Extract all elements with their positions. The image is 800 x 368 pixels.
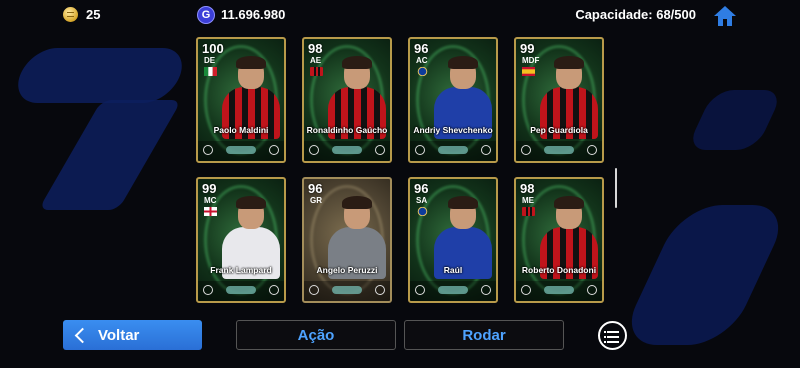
gp-balance: 11.696.980 (221, 7, 286, 22)
player-card[interactable]: 98 ME Roberto Donadoni (514, 177, 604, 303)
player-card[interactable]: 96 SA Raúl (408, 177, 498, 303)
player-rating: 98 (308, 41, 323, 56)
player-position: GR (310, 196, 322, 205)
card-footer (516, 141, 602, 161)
skill-pill (226, 146, 256, 154)
efootball-logo-icon (269, 285, 279, 295)
badge-icon (309, 145, 319, 155)
skill-pill (332, 146, 362, 154)
capacity-label: Capacidade: 68/500 (575, 7, 696, 22)
efootball-logo-icon (481, 285, 491, 295)
rotate-button[interactable]: Rodar (404, 320, 564, 350)
player-position: ME (522, 196, 534, 205)
back-button-label: Voltar (98, 326, 140, 344)
player-name: Andriy Shevchenko (413, 125, 493, 135)
background-shape (617, 205, 793, 345)
player-rating: 100 (202, 41, 224, 56)
card-footer (304, 141, 390, 161)
player-card[interactable]: 100 DE Paolo Maldini (196, 37, 286, 163)
home-icon[interactable] (713, 5, 737, 27)
efootball-logo-icon (375, 285, 385, 295)
background-shape (38, 100, 182, 210)
player-card[interactable]: 96 AC Andriy Shevchenko (408, 37, 498, 163)
player-name: Paolo Maldini (213, 125, 269, 135)
player-name: Roberto Donadoni (521, 265, 597, 275)
top-bar: 25 G 11.696.980 Capacidade: 68/500 (0, 0, 800, 30)
player-position: MDF (522, 56, 540, 65)
flag-icon (417, 207, 428, 216)
player-rating: 96 (308, 181, 323, 196)
card-footer (516, 281, 602, 301)
list-menu-icon[interactable] (598, 321, 627, 350)
background-shape (686, 90, 784, 150)
player-position: SA (416, 196, 428, 205)
player-card-grid: 100 DE Paolo Maldini 98 AE Ronaldinho Gaúcho 9… (196, 37, 616, 317)
player-name: Ronaldinho Gaúcho (306, 125, 388, 135)
player-name: Frank Lampard (210, 265, 272, 275)
player-name: Raúl (443, 265, 463, 275)
player-card[interactable]: 99 MDF Pep Guardiola (514, 37, 604, 163)
skill-pill (544, 146, 574, 154)
flag-icon (204, 67, 217, 76)
flag-icon (310, 67, 323, 76)
skill-pill (438, 146, 468, 154)
efootball-logo-icon (269, 145, 279, 155)
action-button[interactable]: Ação (236, 320, 396, 350)
back-button[interactable]: Voltar (63, 320, 202, 350)
player-position: MC (204, 196, 217, 205)
badge-icon (521, 145, 531, 155)
skill-pill (438, 286, 468, 294)
flag-icon (522, 207, 535, 216)
skill-pill (332, 286, 362, 294)
background-shape (9, 48, 191, 103)
badge-icon (203, 285, 213, 295)
efootball-logo-icon (375, 145, 385, 155)
badge-icon (415, 285, 425, 295)
efootball-logo-icon (587, 285, 597, 295)
player-card[interactable]: 96 GR Angelo Peruzzi (302, 177, 392, 303)
player-name: Angelo Peruzzi (316, 265, 378, 275)
card-footer (198, 141, 284, 161)
player-card[interactable]: 98 AE Ronaldinho Gaúcho (302, 37, 392, 163)
player-rating: 96 (414, 181, 429, 196)
coin-icon (63, 7, 78, 22)
player-rating: 99 (202, 181, 217, 196)
flag-icon (417, 67, 428, 76)
action-button-label: Ação (297, 326, 335, 344)
player-position: DE (204, 56, 216, 65)
skill-pill (226, 286, 256, 294)
player-position: AE (310, 56, 322, 65)
flag-icon (522, 67, 535, 76)
badge-icon (415, 145, 425, 155)
player-position: AC (416, 56, 428, 65)
card-footer (198, 281, 284, 301)
card-footer (304, 281, 390, 301)
player-rating: 99 (520, 41, 535, 56)
badge-icon (309, 285, 319, 295)
coin-balance: 25 (86, 7, 101, 22)
badge-icon (521, 285, 531, 295)
rotate-button-label: Rodar (462, 326, 506, 344)
player-card[interactable]: 99 MC Frank Lampard (196, 177, 286, 303)
skill-pill (544, 286, 574, 294)
badge-icon (203, 145, 213, 155)
player-name: Pep Guardiola (530, 125, 588, 135)
scrollbar[interactable] (615, 168, 617, 208)
chevron-left-icon (74, 327, 91, 343)
efootball-logo-icon (481, 145, 491, 155)
flag-icon (204, 207, 217, 216)
card-footer (410, 281, 496, 301)
efootball-logo-icon (587, 145, 597, 155)
player-rating: 98 (520, 181, 535, 196)
card-footer (410, 141, 496, 161)
gp-icon: G (197, 6, 215, 24)
player-rating: 96 (414, 41, 429, 56)
